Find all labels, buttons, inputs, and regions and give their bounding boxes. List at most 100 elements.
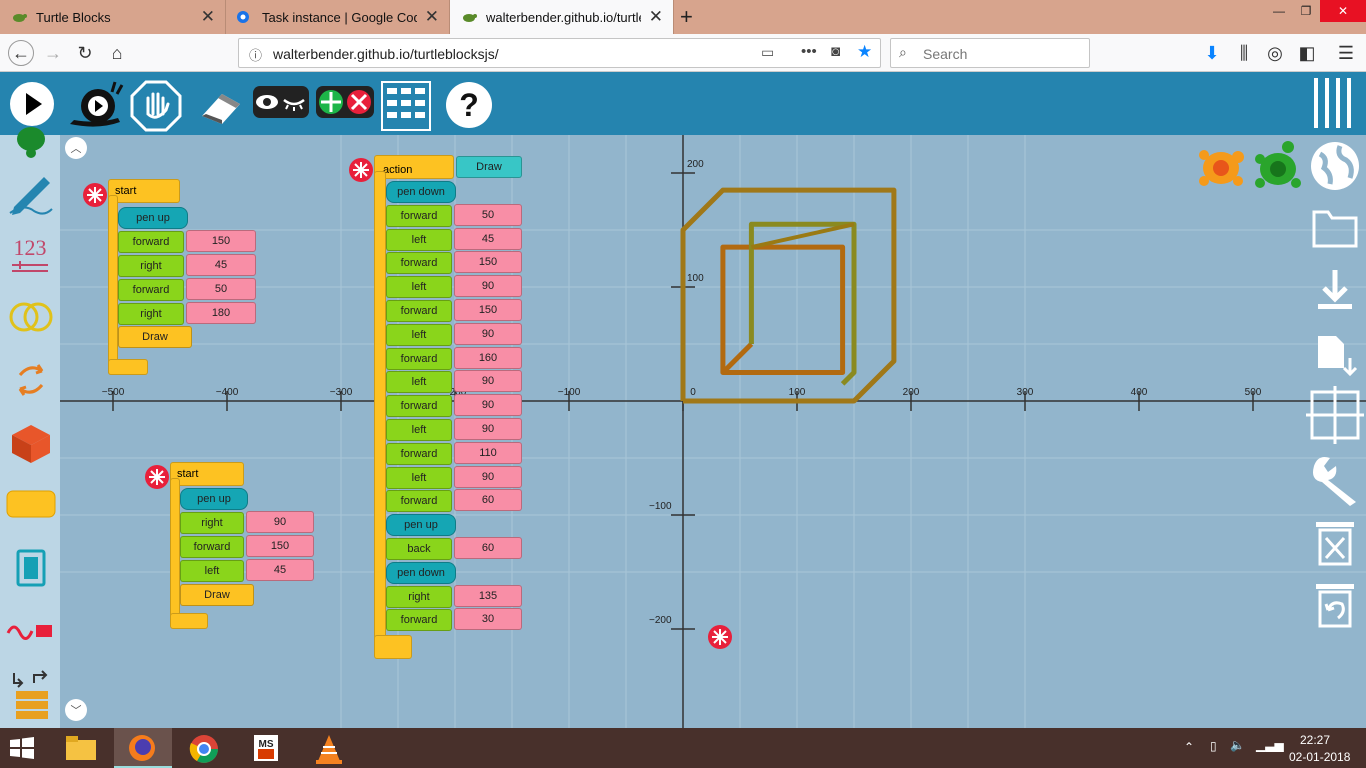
url-bar[interactable]: ⓘ walterbender.github.io/turtleblocksjs/…: [238, 38, 881, 68]
action-icon[interactable]: [4, 481, 58, 533]
number-input[interactable]: 90: [454, 418, 522, 440]
block-forward[interactable]: forward: [386, 347, 452, 370]
block-forward[interactable]: forward: [386, 609, 452, 632]
number-input[interactable]: 50: [454, 203, 522, 226]
menu-bars-icon[interactable]: [1310, 76, 1360, 130]
close-icon[interactable]: ✕: [201, 7, 215, 27]
block-left[interactable]: left: [386, 228, 452, 251]
eraser-icon[interactable]: [196, 80, 246, 130]
clock-time[interactable]: 22:27: [1300, 733, 1330, 747]
number-input[interactable]: 45: [454, 227, 522, 250]
slow-play-snail-icon[interactable]: [68, 80, 124, 130]
forward-arrow-icon[interactable]: →: [40, 40, 66, 66]
turtle-green-icon[interactable]: [1248, 137, 1308, 197]
number-input[interactable]: 180: [186, 302, 256, 324]
action-block[interactable]: action: [374, 155, 454, 179]
battery-icon[interactable]: ▯: [1210, 739, 1217, 753]
start-block[interactable]: start: [170, 462, 244, 486]
block-forward[interactable]: forward: [386, 300, 452, 322]
bookmark-star-icon[interactable]: ★: [857, 42, 872, 62]
boolean-rings-icon[interactable]: [4, 293, 58, 345]
block-pen-down[interactable]: pen down: [386, 561, 456, 584]
turtle-orange-icon[interactable]: [1192, 139, 1250, 197]
trash-icon[interactable]: [1306, 514, 1364, 570]
number-input[interactable]: 30: [454, 608, 522, 631]
block-forward[interactable]: forward: [386, 490, 452, 513]
clock-date[interactable]: 02-01-2018: [1289, 750, 1350, 764]
window-close-button[interactable]: ✕: [1320, 0, 1366, 22]
help-icon[interactable]: ?: [444, 80, 494, 130]
delete-icon[interactable]: [707, 624, 733, 650]
block-right[interactable]: right: [386, 585, 452, 608]
ms-office-icon[interactable]: MS: [252, 733, 280, 763]
block-pen-down[interactable]: pen down: [386, 181, 456, 203]
sidebar-icon[interactable]: ◧: [1294, 40, 1320, 66]
number-input[interactable]: 90: [246, 511, 314, 533]
stop-hand-icon[interactable]: [130, 80, 182, 132]
number-input[interactable]: 50: [186, 278, 256, 300]
globe-icon[interactable]: [1306, 138, 1364, 194]
number-input[interactable]: 90: [454, 370, 522, 393]
number-input[interactable]: 90: [454, 322, 522, 345]
close-icon[interactable]: ✕: [425, 7, 439, 27]
sensor-icon[interactable]: [4, 607, 58, 659]
flow-icon[interactable]: [4, 357, 58, 409]
number-input[interactable]: 90: [454, 465, 522, 488]
grid-target-icon[interactable]: [1306, 386, 1364, 444]
start-block[interactable]: start: [108, 179, 180, 203]
info-icon[interactable]: ⓘ: [249, 45, 262, 64]
number-input[interactable]: 110: [454, 441, 522, 464]
download-icon[interactable]: ⬇: [1199, 40, 1225, 66]
sync-icon[interactable]: ◎: [1262, 40, 1288, 66]
block-left[interactable]: left: [386, 276, 452, 299]
block-forward[interactable]: forward: [386, 252, 452, 275]
block-pen-up[interactable]: pen up: [386, 514, 456, 537]
number-input[interactable]: 90: [454, 275, 522, 298]
library-icon[interactable]: ⫼: [1231, 40, 1257, 66]
number-input[interactable]: 60: [454, 537, 522, 559]
number-input[interactable]: 45: [186, 254, 256, 276]
new-file-icon[interactable]: [1306, 326, 1364, 382]
palette-scroll-down-icon[interactable]: ﹀: [65, 699, 87, 721]
firefox-taskbar-icon[interactable]: [114, 728, 172, 768]
number-input[interactable]: 45: [246, 559, 314, 581]
grid-menu-icon[interactable]: [380, 80, 431, 131]
turtle-canvas[interactable]: −500 −400 −300 −200 −100 0 100 200 300 400 500 200 1…: [60, 135, 1366, 728]
media-icon[interactable]: [4, 545, 58, 597]
block-forward[interactable]: forward: [118, 279, 184, 301]
action-name-field[interactable]: Draw: [456, 156, 522, 178]
folder-icon[interactable]: [1306, 200, 1364, 256]
number-input[interactable]: 160: [454, 346, 522, 369]
block-forward[interactable]: forward: [386, 395, 452, 418]
file-explorer-icon[interactable]: [64, 734, 98, 762]
block-forward[interactable]: forward: [180, 536, 244, 558]
number-input[interactable]: 135: [454, 584, 522, 607]
pen-icon[interactable]: [4, 169, 58, 221]
extras-icon[interactable]: [4, 665, 58, 719]
draw-call-block[interactable]: Draw: [118, 326, 192, 348]
number-input[interactable]: 90: [454, 394, 522, 417]
play-icon[interactable]: [8, 80, 58, 130]
block-pen-up[interactable]: pen up: [180, 488, 248, 510]
palette-scroll-up-icon[interactable]: ︿: [65, 137, 87, 159]
number-input[interactable]: 150: [186, 230, 256, 252]
reload-icon[interactable]: ↻: [72, 40, 98, 66]
number-input[interactable]: 60: [454, 489, 522, 512]
new-tab-button[interactable]: +: [680, 4, 693, 30]
close-icon[interactable]: ✕: [649, 7, 663, 27]
block-right[interactable]: right: [180, 512, 244, 534]
home-icon[interactable]: ⌂: [104, 40, 130, 66]
collapse-expand-icon[interactable]: [315, 80, 375, 130]
page-actions-icon[interactable]: •••: [801, 43, 817, 60]
tab-walterbender[interactable]: walterbender.github.io/turtlebl ✕: [450, 0, 674, 34]
tab-turtle-blocks[interactable]: Turtle Blocks ✕: [0, 0, 226, 34]
reader-view-icon[interactable]: ▭: [761, 44, 774, 61]
download-icon[interactable]: [1306, 264, 1364, 320]
number-input[interactable]: 150: [454, 251, 522, 274]
chrome-icon[interactable]: [188, 733, 220, 765]
number-input[interactable]: 150: [246, 535, 314, 557]
pocket-icon[interactable]: ◙: [831, 43, 840, 60]
network-signal-icon[interactable]: ▁▃▅: [1256, 738, 1284, 752]
block-left[interactable]: left: [386, 371, 452, 394]
back-arrow-icon[interactable]: ←: [8, 40, 34, 66]
